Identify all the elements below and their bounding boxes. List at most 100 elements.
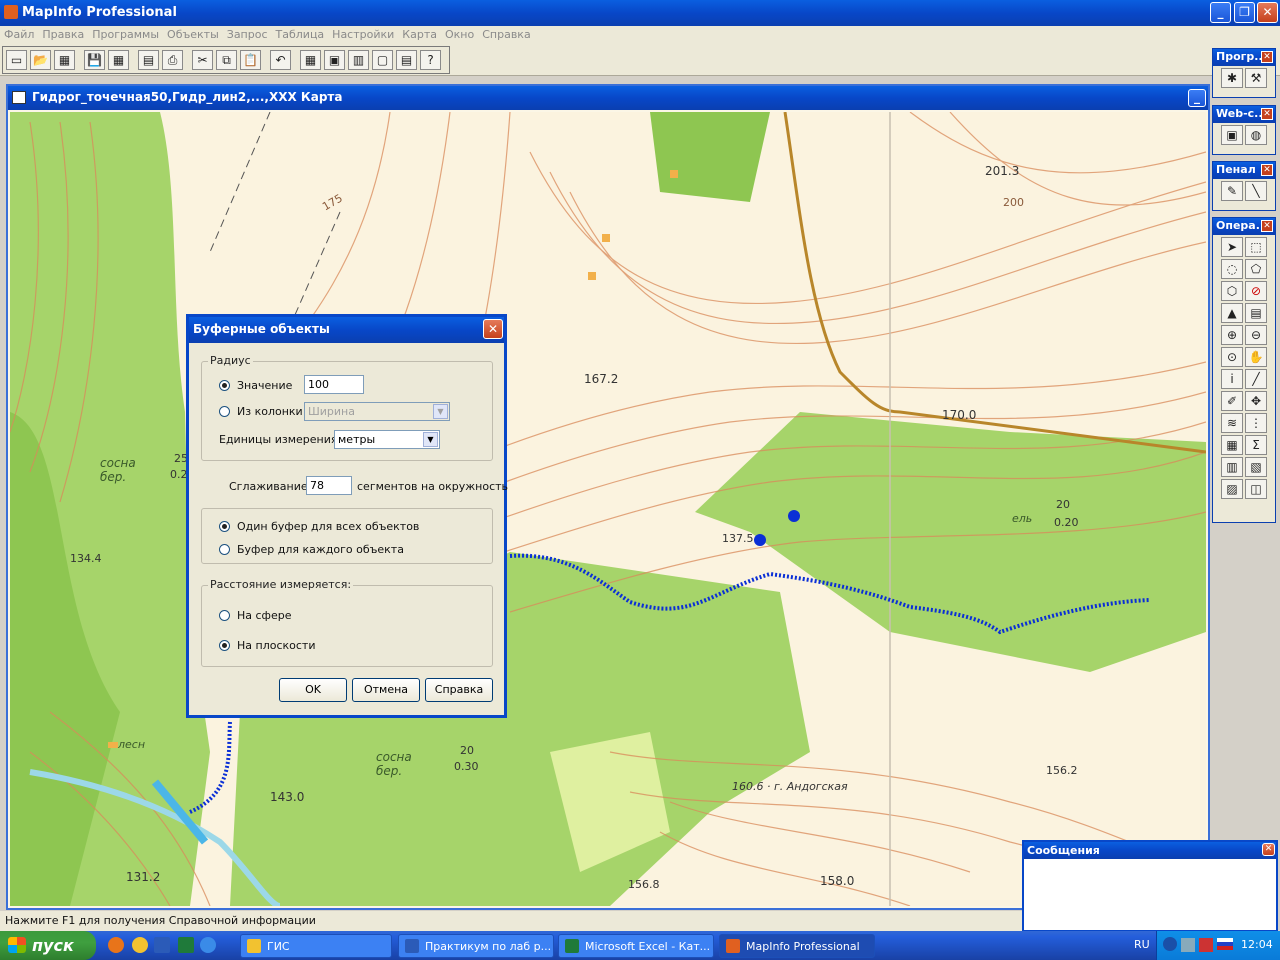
browser-icon[interactable]: ▦	[1221, 435, 1243, 455]
info-icon[interactable]: i	[1221, 369, 1243, 389]
marquee-select-icon[interactable]: ⬚	[1245, 237, 1267, 257]
change-view-icon[interactable]: ⊙	[1221, 347, 1243, 367]
menu-file[interactable]: Файл	[0, 26, 38, 43]
graph-icon[interactable]: ▥	[1221, 457, 1243, 477]
word-icon[interactable]	[154, 937, 170, 953]
menu-window[interactable]: Окно	[441, 26, 478, 43]
menu-programs[interactable]: Программы	[88, 26, 163, 43]
messages-close-button[interactable]: ✕	[1262, 843, 1275, 856]
radio-sphere-indicator[interactable]	[219, 610, 230, 621]
redistrict-icon[interactable]: ▤	[396, 50, 417, 70]
new-table-icon[interactable]: ▭	[6, 50, 27, 70]
tool-icon[interactable]: ⚒	[1245, 68, 1267, 88]
chevron-down-icon[interactable]: ▼	[423, 432, 438, 447]
cancel-button[interactable]: Отмена	[352, 678, 420, 702]
taskbar-excel[interactable]: Microsoft Excel - Кат...	[558, 934, 714, 958]
boundary-select-icon[interactable]: ⬡	[1221, 281, 1243, 301]
close-button[interactable]: ✕	[1257, 2, 1278, 23]
new-grapher-icon[interactable]: ▥	[348, 50, 369, 70]
redistrict-icon[interactable]: ▨	[1221, 479, 1243, 499]
menu-objects[interactable]: Объекты	[163, 26, 223, 43]
start-button[interactable]: пуск	[0, 931, 96, 960]
menu-help[interactable]: Справка	[478, 26, 534, 43]
firefox-icon[interactable]	[108, 937, 124, 953]
network-icon[interactable]	[1181, 938, 1195, 952]
radio-column-indicator[interactable]	[219, 406, 230, 417]
paste-icon[interactable]: 📋	[240, 50, 261, 70]
ie-icon[interactable]	[200, 937, 216, 953]
pointer-icon[interactable]: ▲	[1221, 303, 1243, 323]
new-layout-icon[interactable]: ▢	[372, 50, 393, 70]
open-workspace-icon[interactable]: ▦	[54, 50, 75, 70]
layer-control-icon[interactable]: ≋	[1221, 413, 1243, 433]
new-browser-icon[interactable]: ▦	[300, 50, 321, 70]
radio-plane-indicator[interactable]	[219, 640, 230, 651]
radius-select-icon[interactable]: ◌	[1221, 259, 1243, 279]
tray-arrow-icon[interactable]	[1163, 937, 1177, 951]
globe-icon[interactable]: ◍	[1245, 125, 1267, 145]
label-icon[interactable]: ✐	[1221, 391, 1243, 411]
radio-sphere[interactable]: На сфере	[219, 609, 291, 622]
units-select[interactable]: метры ▼	[334, 430, 440, 449]
radio-each-buffer[interactable]: Буфер для каждого объекта	[219, 543, 404, 556]
zoom-out-icon[interactable]: ⊖	[1245, 325, 1267, 345]
taskbar-mapinfo[interactable]: MapInfo Professional	[719, 934, 875, 958]
save-table-icon[interactable]: 💾	[84, 50, 105, 70]
new-mapper-icon[interactable]: ▣	[324, 50, 345, 70]
menu-query[interactable]: Запрос	[223, 26, 272, 43]
smoothing-input[interactable]: 78	[306, 476, 352, 495]
menu-options[interactable]: Настройки	[328, 26, 398, 43]
legend-icon[interactable]: ⋮	[1245, 413, 1267, 433]
language-indicator[interactable]: RU	[1134, 938, 1150, 951]
ok-button[interactable]: OK	[279, 678, 347, 702]
menu-table[interactable]: Таблица	[272, 26, 329, 43]
ruler-icon[interactable]: ╱	[1245, 369, 1267, 389]
menu-edit[interactable]: Правка	[38, 26, 88, 43]
radio-column[interactable]: Из колонки	[219, 405, 303, 418]
close-icon[interactable]: ✕	[1261, 108, 1273, 120]
help-pointer-icon[interactable]: ?	[420, 50, 441, 70]
layer-select-icon[interactable]: ▤	[1245, 303, 1267, 323]
select-arrow-icon[interactable]: ➤	[1221, 237, 1243, 257]
save-window-icon[interactable]: ▤	[138, 50, 159, 70]
antivirus-icon[interactable]	[1199, 938, 1213, 952]
restore-button[interactable]: ❐	[1234, 2, 1255, 23]
layout-icon[interactable]: ▧	[1245, 457, 1267, 477]
invert-select-icon[interactable]: ⊘	[1245, 281, 1267, 301]
close-icon[interactable]: ✕	[1261, 164, 1273, 176]
undo-icon[interactable]: ↶	[270, 50, 291, 70]
taskbar-gis[interactable]: ГИС	[240, 934, 392, 958]
app-quicklaunch-icon[interactable]	[132, 937, 148, 953]
grabber-icon[interactable]: ✋	[1245, 347, 1267, 367]
print-icon[interactable]: ⎙	[162, 50, 183, 70]
minimize-button[interactable]: _	[1210, 2, 1231, 23]
polygon-select-icon[interactable]: ⬠	[1245, 259, 1267, 279]
taskbar-word-doc[interactable]: Практикум по лаб р...	[398, 934, 554, 958]
radius-value-input[interactable]: 100	[304, 375, 364, 394]
pin-icon[interactable]: ✎	[1221, 181, 1243, 201]
radio-value-indicator[interactable]	[219, 380, 230, 391]
radio-each-buffer-indicator[interactable]	[219, 544, 230, 555]
close-icon[interactable]: ✕	[1261, 220, 1273, 232]
radio-plane[interactable]: На плоскости	[219, 639, 316, 652]
russian-flag-icon[interactable]	[1217, 938, 1233, 950]
clip-icon[interactable]: ◫	[1245, 479, 1267, 499]
web-icon[interactable]: ▣	[1221, 125, 1243, 145]
save-workspace-icon[interactable]: ▦	[108, 50, 129, 70]
dialog-close-button[interactable]: ✕	[483, 319, 503, 339]
line-icon[interactable]: ╲	[1245, 181, 1267, 201]
drag-icon[interactable]: ✥	[1245, 391, 1267, 411]
map-minimize-button[interactable]: _	[1188, 89, 1206, 107]
close-icon[interactable]: ✕	[1261, 51, 1273, 63]
radio-one-buffer-indicator[interactable]	[219, 521, 230, 532]
cut-icon[interactable]: ✂	[192, 50, 213, 70]
radio-one-buffer[interactable]: Один буфер для всех объектов	[219, 520, 419, 533]
run-program-icon[interactable]: ✱	[1221, 68, 1243, 88]
sum-icon[interactable]: Σ	[1245, 435, 1267, 455]
copy-icon[interactable]: ⧉	[216, 50, 237, 70]
clock[interactable]: 12:04	[1241, 938, 1273, 951]
help-button[interactable]: Справка	[425, 678, 493, 702]
menu-map[interactable]: Карта	[398, 26, 441, 43]
radio-value[interactable]: Значение	[219, 379, 292, 392]
excel-icon[interactable]	[178, 937, 194, 953]
